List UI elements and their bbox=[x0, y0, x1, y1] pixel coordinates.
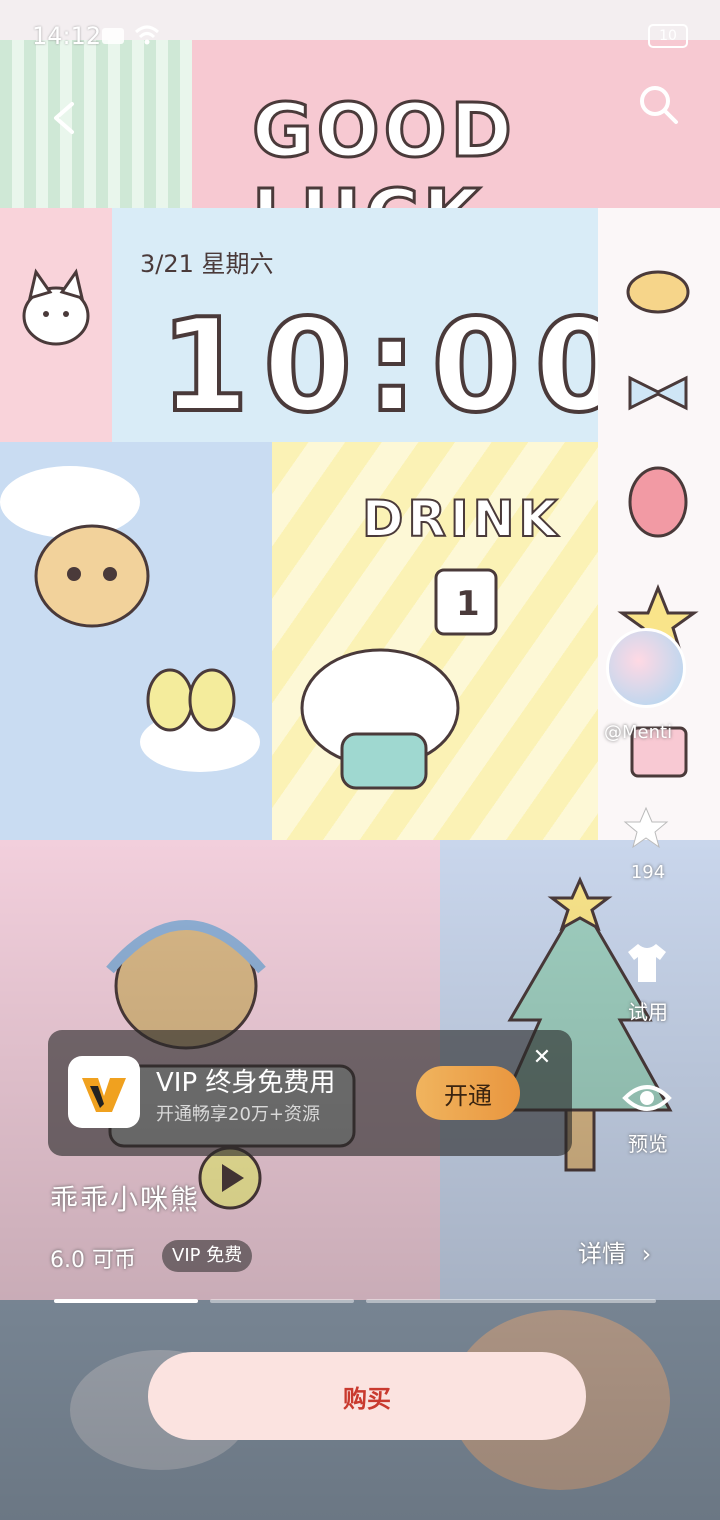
preview-label[interactable]: 预览 bbox=[600, 1128, 696, 1157]
vip-logo bbox=[68, 1056, 140, 1128]
wallpaper-drink-text: DRINK bbox=[361, 489, 562, 549]
tryon-label[interactable]: 试用 bbox=[600, 996, 696, 1025]
vip-promo-banner[interactable]: VIP 终身免费用 开通畅享20万+资源 开通 ✕ bbox=[48, 1030, 572, 1156]
favorite-star-icon[interactable] bbox=[622, 804, 670, 852]
vip-v-logo-icon bbox=[82, 1078, 126, 1112]
vip-title: VIP 终身免费用 bbox=[156, 1068, 336, 1098]
wifi-icon bbox=[134, 25, 160, 45]
status-time: 14:12 bbox=[32, 22, 102, 50]
wallpaper-drink-count: 1 bbox=[456, 584, 480, 624]
author-avatar[interactable] bbox=[606, 628, 686, 708]
carousel-indicator bbox=[210, 1299, 354, 1303]
wallpaper-stickers-panel bbox=[598, 208, 720, 840]
sticker-column bbox=[617, 270, 699, 778]
wallpaper-date: 3/21 星期六 bbox=[140, 250, 274, 278]
wallpaper-cat-panel bbox=[0, 208, 112, 442]
cat-illustration bbox=[22, 268, 90, 346]
battery-icon: 10 bbox=[648, 24, 688, 48]
carousel-indicator bbox=[54, 1299, 198, 1303]
carousel-indicator bbox=[366, 1299, 656, 1303]
back-arrow-icon[interactable] bbox=[44, 96, 88, 140]
product-price: 6.0 可币 bbox=[50, 1248, 136, 1273]
bear-butterfly-illustration bbox=[0, 466, 260, 772]
vip-open-button[interactable]: 开通 bbox=[416, 1066, 520, 1120]
author-name[interactable]: @Menti bbox=[604, 722, 672, 743]
favorite-count: 194 bbox=[630, 862, 666, 883]
notification-icon bbox=[102, 28, 124, 44]
chevron-right-icon: › bbox=[641, 1240, 652, 1268]
wallpaper-clock: 10:00 bbox=[158, 290, 638, 443]
search-icon[interactable] bbox=[636, 82, 680, 126]
details-link[interactable]: 详情 › bbox=[578, 1234, 651, 1269]
details-label: 详情 bbox=[578, 1240, 626, 1268]
preview-eye-icon[interactable] bbox=[622, 1078, 672, 1118]
buy-button[interactable]: 购买 bbox=[148, 1352, 586, 1440]
vip-free-badge: VIP 免费 bbox=[162, 1240, 253, 1272]
wallpaper-sky-panel bbox=[0, 442, 272, 840]
close-icon[interactable]: ✕ bbox=[532, 1047, 552, 1069]
tryon-shirt-icon[interactable] bbox=[624, 940, 670, 986]
vip-subtitle: 开通畅享20万+资源 bbox=[156, 1104, 320, 1125]
product-name: 乖乖小咪熊 bbox=[50, 1183, 201, 1216]
